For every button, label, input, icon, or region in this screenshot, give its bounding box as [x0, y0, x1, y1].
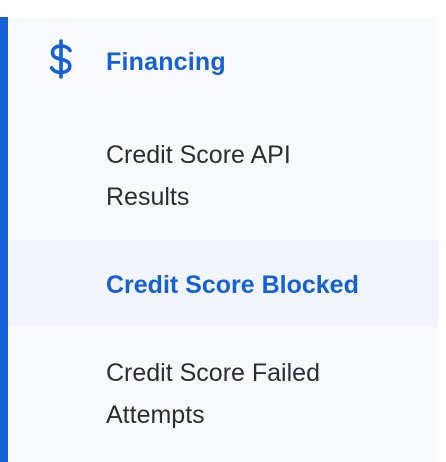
section-label: Financing: [106, 48, 226, 76]
page: Financing Credit Score API Results Credi…: [0, 0, 446, 462]
sidebar-item-credit-score-api-results[interactable]: Credit Score API Results: [8, 133, 438, 239]
sidebar-item-credit-score-blocked[interactable]: Credit Score Blocked: [8, 240, 438, 326]
sidebar-item-label-line1: Credit Score Failed: [106, 359, 320, 387]
sidebar-section-financing[interactable]: Financing: [8, 17, 438, 113]
active-section-indicator: [0, 17, 8, 462]
sidebar-item-label-line1: Credit Score API: [106, 141, 291, 169]
dollar-icon: [49, 39, 72, 79]
sidebar-item-label-line1: Credit Score Blocked: [106, 271, 359, 299]
sidebar-item-label-line2: Results: [106, 183, 190, 211]
sidebar-item-credit-score-failed-attempts[interactable]: Credit Score Failed Attempts: [8, 352, 438, 458]
sidebar-item-label-line2: Attempts: [106, 401, 205, 429]
